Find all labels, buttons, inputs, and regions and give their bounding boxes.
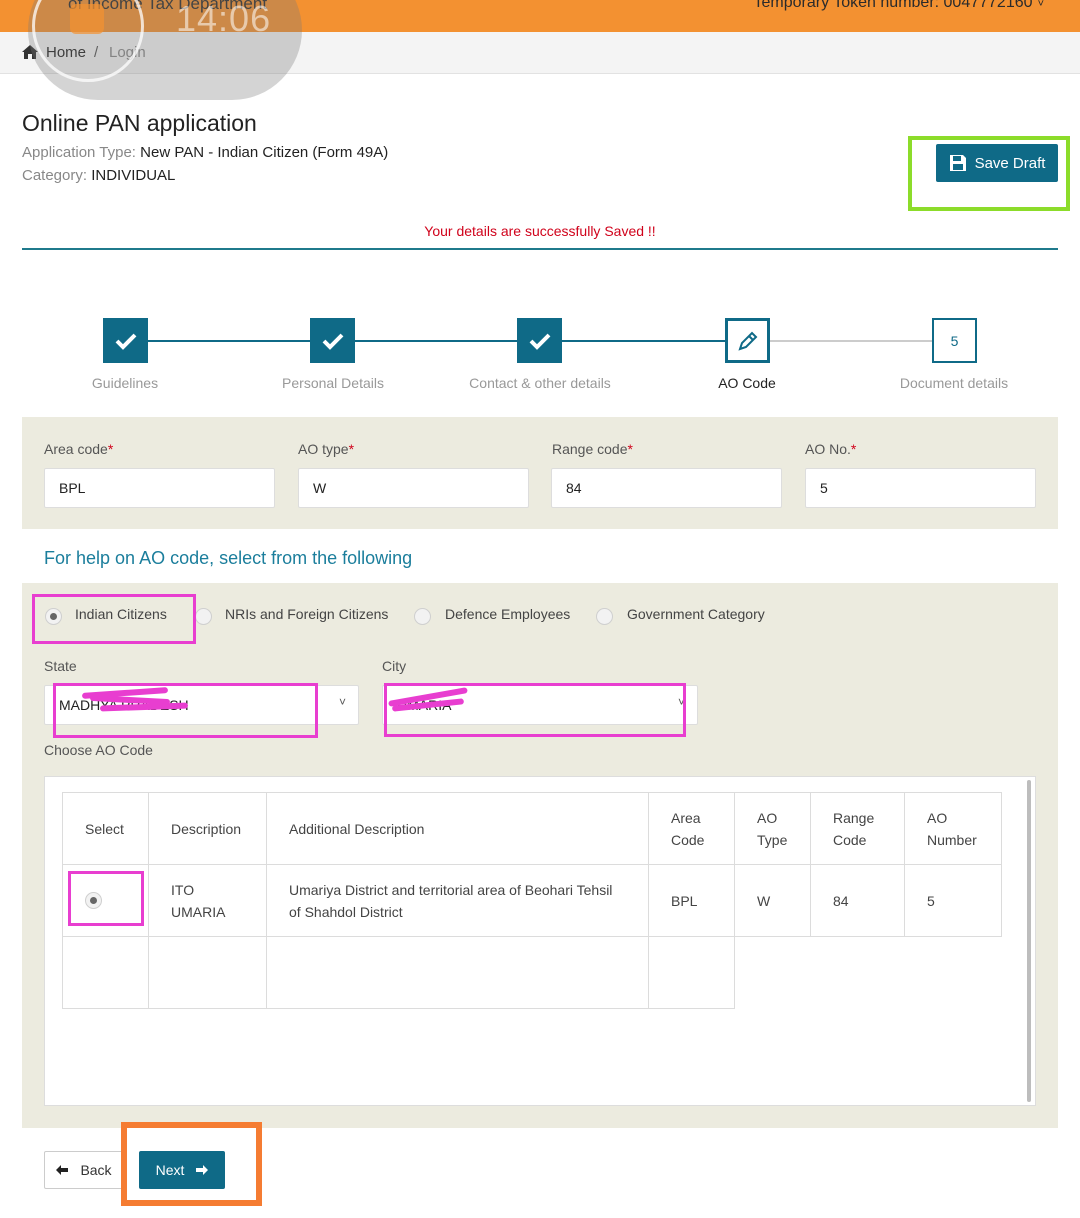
range-code-cell: 84 [810,864,905,937]
state-highlight [53,683,318,738]
column-header: Area Code [648,792,735,865]
chevron-down-icon: ˅ [1034,0,1044,10]
application-type-value: New PAN - Indian Citizen (Form 49A) [140,144,389,161]
column-header: AO Type [734,792,811,865]
token-label: Temporary Token number: 0047772160 [753,0,1033,11]
required-marker: * [107,441,114,457]
section-divider [22,248,1058,250]
step-guidelines[interactable] [103,318,148,363]
column-header: Additional Description [266,792,649,865]
step-label-document-details: Document details [899,375,1009,391]
checkmark-icon [529,333,550,350]
empty-cell [905,937,1002,1009]
category-value: INDIVIDUAL [91,167,176,184]
row-select-highlight [68,871,144,926]
arrow-right-icon [196,1165,209,1175]
radio-label-nri-foreign: NRIs and Foreign Citizens [225,606,389,622]
city-label: City [382,658,407,674]
arrow-left-icon [56,1165,69,1175]
ao-no-label: AO No.* [805,441,856,457]
next-button[interactable]: Next [139,1151,225,1189]
ao-type-label-text: AO type [298,441,349,457]
column-header: Description [148,792,267,865]
application-type: Application Type: New PAN - Indian Citiz… [22,144,388,161]
ao-type-input[interactable]: W [298,468,529,508]
column-header: AO Number [904,792,1002,865]
empty-cell [648,936,735,1009]
radio-defence[interactable] [414,608,431,625]
application-type-label: Application Type: [22,144,136,161]
radio-government[interactable] [596,608,613,625]
radio-label-defence: Defence Employees [445,606,571,622]
save-draft-button[interactable]: Save Draft [936,144,1058,182]
required-marker: * [850,441,857,457]
table-scrollbar[interactable] [1027,780,1031,1102]
state-label: State [44,658,77,674]
column-header: Range Code [810,792,905,865]
area-code-cell: BPL [648,864,735,937]
category-label: Category: [22,167,88,184]
area-code-input[interactable]: BPL [44,468,275,508]
temporary-token-dropdown[interactable]: Temporary Token number: 0047772160 ˅ [754,0,1044,12]
step-label-contact-details: Contact & other details [469,375,611,391]
category: Category: INDIVIDUAL [22,167,175,184]
step-label-guidelines: Guidelines [91,375,159,391]
step-document-details[interactable]: 5 [932,318,977,363]
step-contact-details[interactable] [517,318,562,363]
step-ao-code[interactable] [725,318,770,363]
required-marker: * [348,441,355,457]
table-row-empty [62,936,1002,1009]
ao-help-title: For help on AO code, select from the fol… [44,548,413,568]
column-header: Select [62,792,149,865]
step-label-personal-details: Personal Details [282,375,384,391]
table-header-row: Select Description Additional Descriptio… [62,792,1002,865]
back-button[interactable]: Back [44,1151,124,1189]
radio-nri-foreign[interactable] [195,608,212,625]
next-label: Next [155,1162,185,1178]
range-code-label-text: Range code [552,441,628,457]
range-code-label: Range code* [552,441,633,457]
ao-type-cell: W [734,864,811,937]
city-highlight [384,683,686,737]
radio-label-government: Government Category [627,606,765,622]
empty-cell [811,937,905,1009]
step-number: 5 [950,332,959,349]
empty-cell [735,937,811,1009]
step-personal-details[interactable] [310,318,355,363]
page-title: Online PAN application [22,110,257,136]
choose-ao-code-label: Choose AO Code [44,742,153,758]
area-code-label-text: Area code [44,441,108,457]
step-connector [147,340,311,342]
ao-type-label: AO type* [298,441,354,457]
ao-number-cell: 5 [904,864,1002,937]
empty-cell [266,936,649,1009]
checkmark-icon [322,333,343,350]
empty-cell [148,936,267,1009]
step-connector [562,340,727,342]
back-label: Back [80,1162,112,1178]
chevron-down-icon: ˅ [338,695,346,709]
description-cell: ITO UMARIA [148,864,267,937]
table-row[interactable]: ITO UMARIA Umariya District and territor… [62,864,1002,937]
step-connector [769,340,933,342]
floppy-disk-icon [949,155,966,171]
clock-time: 14:06 [176,0,272,39]
save-draft-label: Save Draft [974,154,1046,172]
range-code-input[interactable]: 84 [551,468,782,508]
required-marker: * [627,441,633,457]
step-connector [355,340,519,342]
additional-description-cell: Umariya District and territorial area of… [266,864,649,937]
step-label-ao-code: AO Code [718,375,776,391]
pencil-icon [737,331,757,351]
empty-cell [62,936,149,1009]
ao-no-label-text: AO No. [805,441,851,457]
success-message: Your details are successfully Saved !! [424,223,656,239]
area-code-label: Area code* [44,441,113,457]
ao-no-input[interactable]: 5 [805,468,1036,508]
indian-citizens-highlight [32,594,196,644]
checkmark-icon [115,333,136,350]
clock-app-icon [70,4,104,34]
ao-code-table: Select Description Additional Descriptio… [62,792,1002,1009]
